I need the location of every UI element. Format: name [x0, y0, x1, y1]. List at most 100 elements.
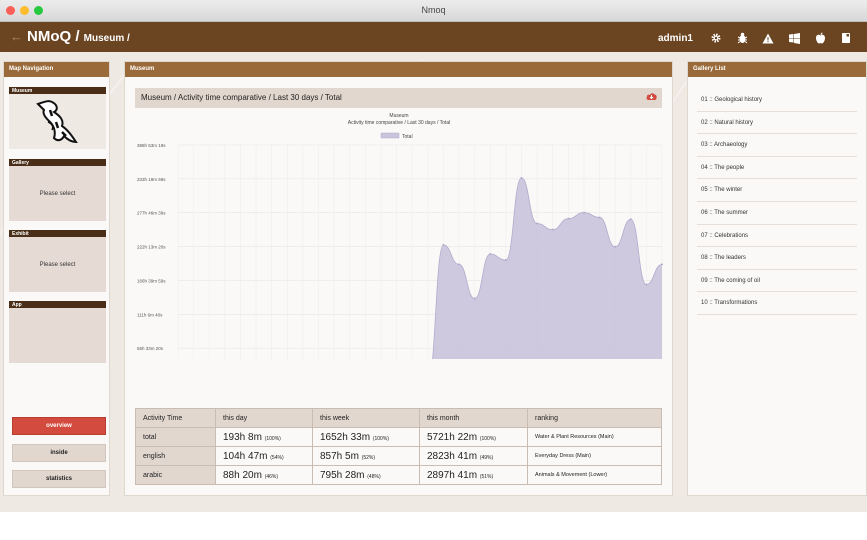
app-window: Nmoq ← NMoQ / Museum / admin1 Map Naviga… — [0, 0, 867, 512]
gallery-item[interactable]: 06 :: The summer — [697, 202, 857, 225]
data-point[interactable] — [582, 211, 585, 214]
inside-button[interactable]: inside — [12, 444, 106, 462]
data-point[interactable] — [520, 176, 523, 179]
day-value: 104h 47m (54%) — [215, 446, 313, 466]
legend-swatch[interactable] — [380, 132, 400, 139]
gallery-select[interactable]: Please select — [9, 166, 106, 221]
week-value: 1652h 33m (100%) — [312, 427, 420, 447]
ranking-value: Water & Plant Resources (Main) — [527, 427, 662, 447]
table-header-cell: this week — [312, 408, 420, 428]
data-point[interactable] — [504, 259, 507, 262]
y-tick-label: 277h 46m 39s — [137, 211, 166, 216]
cloud-download-icon[interactable] — [646, 92, 657, 103]
data-point[interactable] — [614, 245, 617, 248]
gear-icon[interactable] — [703, 30, 729, 46]
exhibit-select[interactable]: Please select — [9, 237, 106, 292]
data-point[interactable] — [645, 283, 648, 286]
breadcrumb: NMoQ / Museum / — [27, 28, 130, 45]
table-row: english 104h 47m (54%) 857h 5m (52%) 282… — [135, 446, 662, 466]
data-point[interactable] — [489, 253, 492, 256]
day-value: 88h 20m (46%) — [215, 465, 313, 485]
y-tick-label: 222h 13m 20s — [137, 245, 166, 250]
day-percent: (46%) — [264, 473, 279, 480]
table-header-cell: Activity Time — [135, 408, 216, 428]
data-point[interactable] — [458, 263, 461, 266]
week-percent: (52%) — [361, 454, 376, 461]
gallery-list-panel: Gallery List 01 :: Geological history 02… — [687, 61, 867, 496]
gallery-item[interactable]: 05 :: The winter — [697, 179, 857, 202]
week-time: 1652h 33m — [320, 431, 371, 443]
data-point[interactable] — [598, 216, 601, 219]
windows-icon[interactable] — [781, 30, 807, 46]
section-museum-label: Museum — [9, 87, 106, 94]
week-value: 857h 5m (52%) — [312, 446, 420, 466]
gallery-item[interactable]: 09 :: The coming of oil — [697, 270, 857, 293]
row-label: english — [135, 446, 216, 466]
month-time: 2823h 41m — [427, 450, 478, 462]
month-percent: (51%) — [479, 473, 494, 480]
day-percent: (100%) — [264, 435, 281, 442]
app-select[interactable] — [9, 308, 106, 363]
map-navigation-panel: Map Navigation Museum Gallery Please sel… — [3, 61, 110, 496]
section-gallery-label: Gallery — [9, 159, 106, 166]
table-header-cell: ranking — [527, 408, 662, 428]
week-time: 857h 5m — [320, 450, 359, 462]
legend-label: Total — [402, 134, 413, 140]
data-point[interactable] — [551, 228, 554, 231]
y-tick-label: 111h 6m 40s — [137, 312, 163, 317]
panel-title: Gallery List — [688, 62, 866, 77]
data-point[interactable] — [473, 297, 476, 300]
apple-icon[interactable] — [807, 30, 833, 46]
day-time: 104h 47m — [223, 450, 268, 462]
chart-title: Museum — [389, 113, 408, 119]
window-title: Nmoq — [421, 5, 446, 15]
breadcrumb-museum[interactable]: Museum / — [84, 33, 130, 44]
gallery-item[interactable]: 07 :: Celebrations — [697, 225, 857, 248]
brand-name[interactable]: NMoQ / — [27, 28, 80, 45]
bug-icon[interactable] — [729, 30, 755, 46]
museum-map-image — [35, 99, 78, 143]
gallery-item[interactable]: 08 :: The leaders — [697, 247, 857, 270]
app-header: ← NMoQ / Museum / admin1 — [0, 22, 867, 52]
data-point[interactable] — [536, 222, 539, 225]
data-point[interactable] — [629, 218, 632, 221]
section-exhibit-label: Exhibit — [9, 230, 106, 237]
month-value: 5721h 22m (100%) — [419, 427, 528, 447]
warning-icon[interactable] — [755, 30, 781, 46]
museum-panel: Museum Museum / Activity time comparativ… — [124, 61, 673, 496]
gallery-item[interactable]: 10 :: Transformations — [697, 292, 857, 315]
data-point[interactable] — [442, 243, 445, 246]
y-tick-label: 166h 39m 59s — [137, 278, 166, 283]
section-app-label: App — [9, 301, 106, 308]
week-percent: (100%) — [372, 435, 389, 442]
table-row: total 193h 8m (100%) 1652h 33m (100%) 57… — [135, 427, 662, 447]
activity-area-chart: Museum Activity time comparative / Last … — [137, 113, 663, 359]
overview-button[interactable]: overview — [12, 417, 106, 435]
series-area-total — [432, 177, 662, 359]
month-percent: (49%) — [479, 454, 494, 461]
y-tick-label: 55h 33m 20s — [137, 346, 164, 351]
panel-title: Museum — [125, 62, 672, 77]
chart-subtitle: Activity time comparative / Last 30 days… — [348, 120, 450, 126]
gallery-item[interactable]: 03 :: Archaeology — [697, 134, 857, 157]
panel-title: Map Navigation — [4, 62, 109, 77]
y-tick-label: 333h 19m 59s — [137, 177, 166, 182]
gallery-item[interactable]: 01 :: Geological history — [697, 89, 857, 112]
activity-time-table: Activity Time this day this week this mo… — [135, 408, 662, 485]
month-percent: (100%) — [479, 435, 496, 442]
gallery-item[interactable]: 04 :: The people — [697, 157, 857, 180]
gallery-item[interactable]: 02 :: Natural history — [697, 112, 857, 135]
table-header-cell: this day — [215, 408, 313, 428]
data-point[interactable] — [661, 263, 663, 266]
statistics-button[interactable]: statistics — [12, 470, 106, 488]
android-icon[interactable] — [833, 30, 859, 46]
month-time: 5721h 22m — [427, 431, 478, 443]
user-name[interactable]: admin1 — [658, 33, 693, 44]
table-row: arabic 88h 20m (46%) 795h 28m (48%) 2897… — [135, 465, 662, 485]
y-tick-label: 388h 53m 19s — [137, 143, 166, 148]
day-value: 193h 8m (100%) — [215, 427, 313, 447]
back-arrow-icon[interactable]: ← — [10, 29, 23, 44]
data-point[interactable] — [567, 217, 570, 220]
month-value: 2823h 41m (49%) — [419, 446, 528, 466]
museum-map-thumbnail[interactable] — [9, 94, 106, 149]
